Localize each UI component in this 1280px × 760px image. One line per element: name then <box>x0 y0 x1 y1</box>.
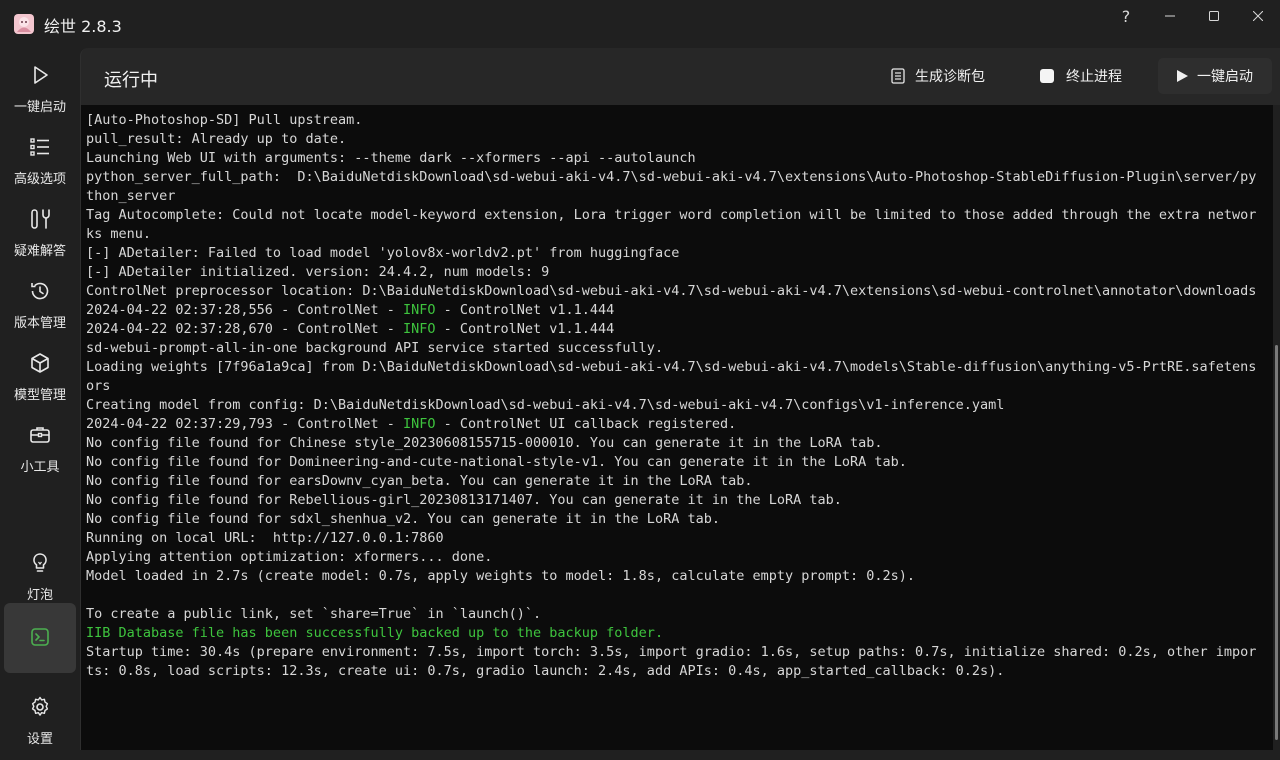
console-line: No config file found for sdxl_shenhua_v2… <box>86 511 720 527</box>
console-line: python_server_full_path: D:\BaiduNetdisk… <box>86 169 1257 204</box>
sidebar: 一键启动 高级选项 疑难解答 版本管理 模型管理 小工具 灯泡 设置 <box>0 48 80 750</box>
document-icon <box>891 68 905 84</box>
console-line: Loading weights [7f96a1a9ca] from D:\Bai… <box>86 359 1257 394</box>
console-output[interactable]: [Auto-Photoshop-SD] Pull upstream. pull_r… <box>81 105 1273 750</box>
sidebar-item-label: 模型管理 <box>13 388 66 403</box>
console-line: No config file found for Rebellious-girl… <box>86 492 842 508</box>
console-line: 2024-04-22 02:37:28,556 - ControlNet - I… <box>86 302 615 318</box>
console-line: pull_result: Already up to date. <box>86 131 347 147</box>
console-line: Applying attention optimization: xformer… <box>86 549 493 565</box>
log-level-info: INFO <box>402 416 436 432</box>
sidebar-item-versions[interactable]: 版本管理 <box>4 274 76 344</box>
sidebar-item-troubleshoot[interactable]: 疑难解答 <box>4 202 76 272</box>
sidebar-item-models[interactable]: 模型管理 <box>4 346 76 416</box>
sidebar-item-tools[interactable]: 小工具 <box>4 418 76 488</box>
terminate-process-toggle[interactable]: 终止进程 <box>1031 58 1141 94</box>
gear-icon <box>31 696 49 716</box>
minimize-icon <box>1165 15 1175 17</box>
maximize-button[interactable] <box>1191 0 1237 32</box>
console-line: Model loaded in 2.7s (create model: 0.7s… <box>86 568 916 584</box>
close-button[interactable] <box>1235 0 1280 32</box>
cube-icon <box>31 353 49 373</box>
lightbulb-icon <box>33 553 47 572</box>
sidebar-item-label: 疑难解答 <box>13 244 66 259</box>
console-line: Startup time: 30.4s (prepare environment… <box>86 644 1257 679</box>
sidebar-item-label: 小工具 <box>20 460 60 475</box>
console-line: Tag Autocomplete: Could not locate model… <box>86 207 1257 242</box>
scrollbar-thumb[interactable] <box>1275 345 1278 740</box>
sidebar-item-label: 高级选项 <box>13 172 66 187</box>
app-title: 绘世 2.8.3 <box>44 17 122 36</box>
close-icon <box>1253 11 1263 21</box>
terminate-checkbox[interactable] <box>1040 69 1054 83</box>
page-title: 运行中 <box>104 70 158 91</box>
console-line: [-] ADetailer initialized. version: 24.4… <box>86 264 550 280</box>
launch-button[interactable]: 一键启动 <box>1158 58 1272 94</box>
log-level-info: INFO <box>402 321 436 337</box>
console-line: [-] ADetailer: Failed to load model 'yol… <box>86 245 680 261</box>
generate-diagnostics-label: 生成诊断包 <box>915 69 985 85</box>
sidebar-item-advanced[interactable]: 高级选项 <box>4 130 76 200</box>
console-line: No config file found for earsDownv_cyan_… <box>86 473 753 489</box>
console-line: Launching Web UI with arguments: --theme… <box>86 150 696 166</box>
maximize-icon <box>1209 11 1219 21</box>
play-icon <box>1177 70 1188 82</box>
play-icon <box>34 66 48 84</box>
console-line: IIB Database file has been successfully … <box>86 625 664 641</box>
console-line: 2024-04-22 02:37:28,670 - ControlNet - I… <box>86 321 615 337</box>
console-line: No config file found for Domineering-and… <box>86 454 907 470</box>
terminate-process-label: 终止进程 <box>1066 69 1122 85</box>
sidebar-item-label: 版本管理 <box>13 316 66 331</box>
minimize-button[interactable] <box>1147 0 1193 32</box>
console-line: [Auto-Photoshop-SD] Pull upstream. <box>86 112 363 128</box>
console-scrollbar[interactable] <box>1273 105 1280 750</box>
list-icon <box>30 138 49 156</box>
console-line: Creating model from config: D:\BaiduNetd… <box>86 397 1005 413</box>
console-line: No config file found for Chinese style_2… <box>86 435 883 451</box>
log-level-info: INFO <box>402 302 436 318</box>
toolbox-icon <box>30 427 50 443</box>
console-line: Running on local URL: http://127.0.0.1:7… <box>86 530 444 546</box>
main-panel: 运行中 生成诊断包 终止进程 一键启动 [Auto-Photoshop-SD] … <box>80 48 1280 750</box>
console-line: sd-webui-prompt-all-in-one background AP… <box>86 340 664 356</box>
tools-icon <box>31 209 50 229</box>
console-line: To create a public link, set `share=True… <box>86 606 542 622</box>
sidebar-item-launch[interactable]: 一键启动 <box>4 58 76 128</box>
help-button[interactable]: ? <box>1103 0 1149 32</box>
sidebar-item-label: 设置 <box>26 732 53 747</box>
sidebar-item-label: 灯泡 <box>26 588 53 603</box>
launch-label: 一键启动 <box>1197 69 1253 85</box>
help-icon: ? <box>1121 6 1131 26</box>
console-line: 2024-04-22 02:37:29,793 - ControlNet - I… <box>86 416 737 432</box>
console-lines: [Auto-Photoshop-SD] Pull upstream. pull_r… <box>86 111 1261 681</box>
title-bar: 绘世 2.8.3 ? <box>0 0 1280 48</box>
sidebar-item-console[interactable] <box>4 603 76 673</box>
console-line: ControlNet preprocessor location: D:\Bai… <box>86 283 1257 299</box>
history-icon <box>31 282 49 300</box>
app-logo-icon <box>14 14 34 34</box>
sidebar-item-label: 一键启动 <box>13 100 66 115</box>
console-icon <box>31 628 49 646</box>
generate-diagnostics-button[interactable]: 生成诊断包 <box>881 58 1021 94</box>
